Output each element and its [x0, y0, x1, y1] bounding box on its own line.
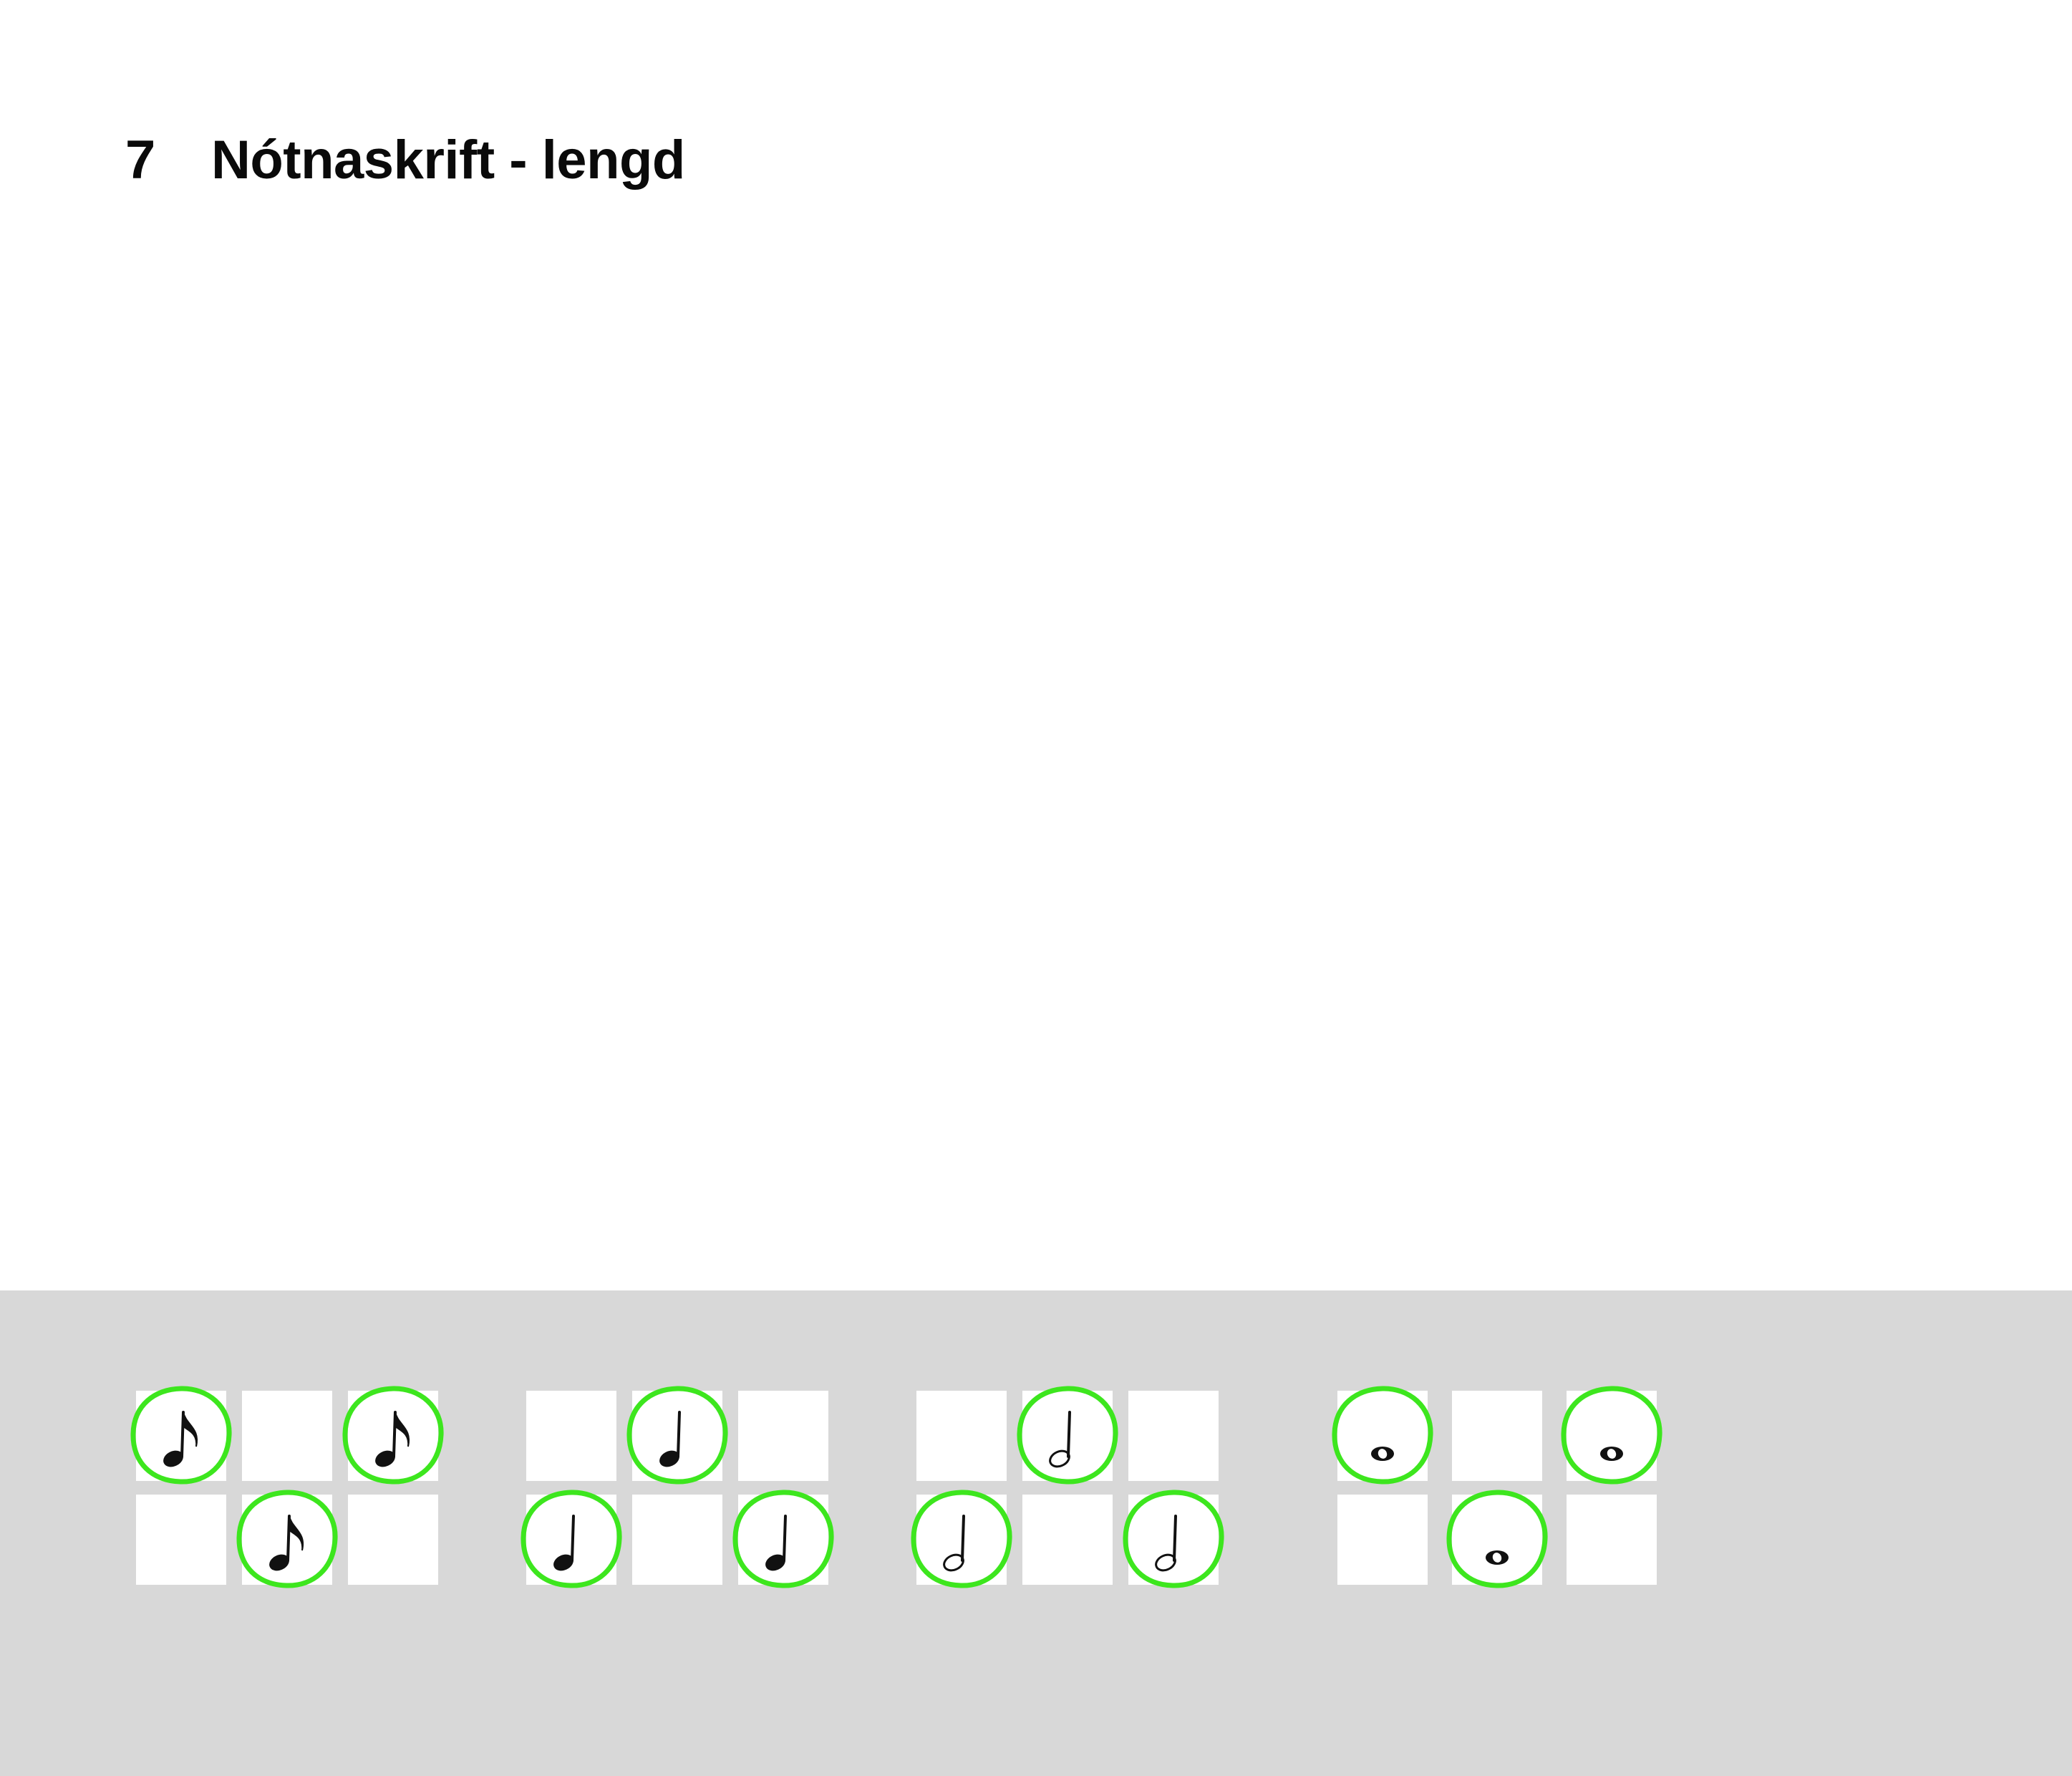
- note-cell-quarter-r0-c2[interactable]: [738, 1391, 828, 1481]
- note-cell-quarter-r0-c0[interactable]: [526, 1391, 616, 1481]
- note-cell-half-r1-c2[interactable]: [1123, 1490, 1224, 1588]
- cell-graphic: [1017, 1386, 1118, 1485]
- quarter-note-icon: [765, 1515, 787, 1571]
- note-cell-half-r0-c1[interactable]: [1017, 1386, 1118, 1485]
- cell-graphic: [136, 1495, 226, 1585]
- cell-graphic: [626, 1386, 728, 1485]
- whole-note-icon: [1486, 1550, 1509, 1565]
- cell-graphic: [342, 1386, 444, 1485]
- cell-graphic: [242, 1391, 332, 1481]
- note-cell-whole-r0-c0[interactable]: [1332, 1386, 1433, 1485]
- cell-graphic: [1337, 1495, 1428, 1585]
- answer-tray: [0, 1290, 2072, 1776]
- half-note-icon: [943, 1515, 965, 1572]
- cell-graphic: [738, 1391, 828, 1481]
- note-cell-eighth-r0-c1[interactable]: [242, 1391, 332, 1481]
- cell-graphic: [236, 1490, 338, 1588]
- note-cell-eighth-r0-c0[interactable]: [130, 1386, 232, 1485]
- cell-graphic: [916, 1391, 1007, 1481]
- section-title: Nótnaskrift - lengd: [211, 129, 685, 190]
- note-cell-eighth-r1-c2[interactable]: [348, 1495, 438, 1585]
- cell-graphic: [348, 1495, 438, 1585]
- note-cell-eighth-r1-c0[interactable]: [136, 1495, 226, 1585]
- cell-graphic: [1022, 1495, 1113, 1585]
- cell-graphic: [732, 1490, 834, 1588]
- note-cell-half-r1-c0[interactable]: [911, 1490, 1012, 1588]
- note-cell-whole-r0-c2[interactable]: [1561, 1386, 1662, 1485]
- eighth-note-icon: [375, 1411, 410, 1467]
- cell-graphic: [1446, 1490, 1548, 1588]
- cell-graphic: [1452, 1391, 1542, 1481]
- note-cell-quarter-r1-c0[interactable]: [521, 1490, 622, 1588]
- note-cell-whole-r1-c2[interactable]: [1567, 1495, 1657, 1585]
- cell-graphic: [1123, 1490, 1224, 1588]
- half-note-icon: [1049, 1411, 1071, 1468]
- cell-graphic: [1128, 1391, 1219, 1481]
- section-number: 7: [125, 129, 155, 190]
- cell-graphic: [526, 1391, 616, 1481]
- note-cell-quarter-r1-c1[interactable]: [632, 1495, 722, 1585]
- selection-ring: [1446, 1490, 1548, 1588]
- half-note-icon: [1155, 1515, 1177, 1572]
- note-cell-whole-r1-c0[interactable]: [1337, 1495, 1428, 1585]
- cell-graphic: [521, 1490, 622, 1588]
- note-cell-whole-r1-c1[interactable]: [1446, 1490, 1548, 1588]
- quarter-note-icon: [553, 1515, 575, 1571]
- selection-ring: [1332, 1386, 1433, 1485]
- whole-note-icon: [1371, 1447, 1394, 1461]
- eighth-note-icon: [269, 1515, 304, 1571]
- note-cell-eighth-r1-c1[interactable]: [236, 1490, 338, 1588]
- note-cell-quarter-r0-c1[interactable]: [626, 1386, 728, 1485]
- note-cell-whole-r0-c1[interactable]: [1452, 1391, 1542, 1481]
- whole-note-icon: [1600, 1447, 1623, 1461]
- note-cell-half-r0-c0[interactable]: [916, 1391, 1007, 1481]
- selection-ring: [1561, 1386, 1662, 1485]
- cell-graphic: [911, 1490, 1012, 1588]
- eighth-note-icon: [163, 1411, 198, 1467]
- note-cell-eighth-r0-c2[interactable]: [342, 1386, 444, 1485]
- note-cell-half-r1-c1[interactable]: [1022, 1495, 1113, 1585]
- quarter-note-icon: [659, 1411, 681, 1467]
- cell-graphic: [130, 1386, 232, 1485]
- note-cell-quarter-r1-c2[interactable]: [732, 1490, 834, 1588]
- page-title: 7 Nótnaskrift - lengd: [125, 127, 685, 192]
- cell-graphic: [1561, 1386, 1662, 1485]
- cell-graphic: [1332, 1386, 1433, 1485]
- cell-graphic: [1567, 1495, 1657, 1585]
- note-cell-half-r0-c2[interactable]: [1128, 1391, 1219, 1481]
- cell-graphic: [632, 1495, 722, 1585]
